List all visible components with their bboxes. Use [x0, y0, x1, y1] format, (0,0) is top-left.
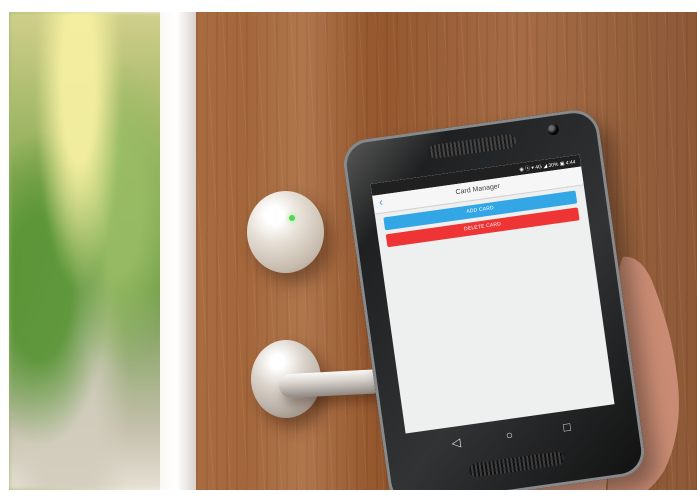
back-nav-icon[interactable]: ◁: [450, 435, 461, 450]
home-icon[interactable]: ○: [505, 428, 514, 443]
recent-apps-icon[interactable]: □: [562, 420, 571, 435]
smart-lock: [247, 191, 324, 273]
phone-screen: ◉ ⓧ ▾ 4G ◢ 30% ▣ 4:44 ‹ Card Manager ADD…: [370, 154, 615, 434]
door-frame: [160, 12, 197, 490]
lock-status-light: [289, 215, 295, 221]
outdoor-background: [9, 12, 164, 490]
scene: ◉ ⓧ ▾ 4G ◢ 30% ▣ 4:44 ‹ Card Manager ADD…: [9, 12, 697, 490]
smartphone: ◉ ⓧ ▾ 4G ◢ 30% ▣ 4:44 ‹ Card Manager ADD…: [340, 106, 648, 490]
door-lock-photo: ◉ ⓧ ▾ 4G ◢ 30% ▣ 4:44 ‹ Card Manager ADD…: [0, 0, 697, 502]
